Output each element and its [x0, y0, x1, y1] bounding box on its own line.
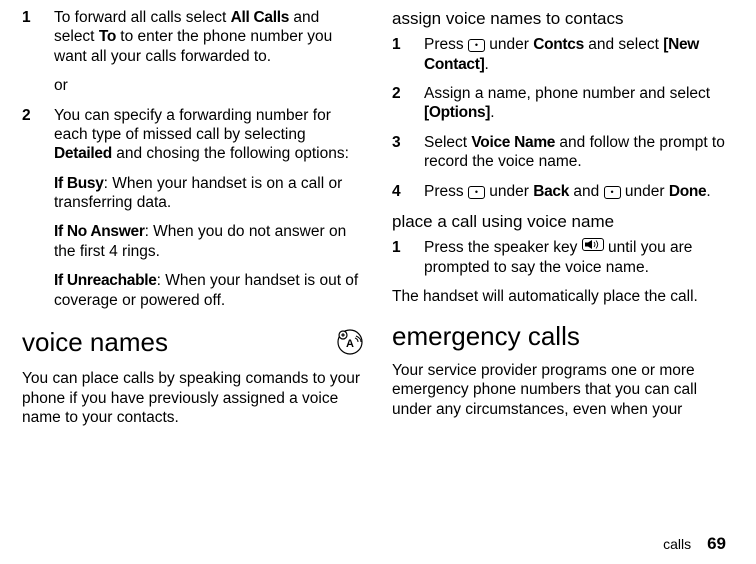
if-no-answer: If No Answer: When you do not answer on … [54, 222, 364, 261]
left-column: 1 To forward all calls select All Calls … [22, 8, 364, 437]
step-body: You can specify a forwarding number for … [54, 106, 364, 164]
heading-place-call: place a call using voice name [392, 211, 734, 232]
svg-text:A: A [346, 338, 354, 350]
step-number: 2 [22, 106, 54, 164]
assign-step-3: 3 Select Voice Name and follow the promp… [392, 133, 734, 172]
assign-step-1: 1 Press • under Contcs and select [New C… [392, 35, 734, 74]
bold-term: Done [669, 183, 707, 200]
page-footer: calls 69 [663, 533, 726, 554]
bold-term: Contcs [533, 36, 584, 53]
heading-emergency-calls: emergency calls [392, 320, 734, 353]
step-body: Assign a name, phone number and select [… [424, 84, 734, 123]
step-2: 2 You can specify a forwarding number fo… [22, 106, 364, 164]
if-busy: If Busy: When your handset is on a call … [54, 174, 364, 213]
text: Press [424, 36, 468, 53]
text: Assign a name, phone number and select [424, 85, 710, 102]
place-step-1: 1 Press the speaker key until you are pr… [392, 238, 734, 277]
text: under [485, 36, 533, 53]
text: . [706, 183, 710, 200]
emergency-paragraph: Your service provider programs one or mo… [392, 361, 734, 419]
step-body: Press • under Back and • under Done. [424, 182, 734, 201]
text: under [485, 183, 533, 200]
bold-term: All Calls [231, 9, 289, 26]
step-number: 3 [392, 133, 424, 172]
step-body: Select Voice Name and follow the prompt … [424, 133, 734, 172]
page-number: 69 [707, 534, 726, 553]
voice-names-paragraph: You can place calls by speaking comands … [22, 369, 364, 427]
step-body: To forward all calls select All Calls an… [54, 8, 364, 66]
text: and select [584, 36, 663, 53]
step-number: 1 [392, 35, 424, 74]
bold-term: Back [533, 183, 569, 200]
step-number: 2 [392, 84, 424, 123]
text: You can specify a forwarding number for … [54, 107, 331, 143]
bold-term: [Options] [424, 104, 490, 121]
bold-term: If Busy [54, 175, 104, 192]
softkey-icon: • [468, 39, 485, 52]
bold-term: If Unreachable [54, 272, 157, 289]
step-body: Press the speaker key until you are prom… [424, 238, 734, 277]
text: and [569, 183, 603, 200]
text: . [484, 56, 488, 73]
heading-voice-names: voice names [22, 326, 168, 359]
speaker-key-icon [582, 238, 604, 251]
auto-place-paragraph: The handset will automatically place the… [392, 287, 734, 306]
step-number: 4 [392, 182, 424, 201]
text: Select [424, 134, 471, 151]
softkey-icon: • [604, 186, 621, 199]
text: and chosing the following options: [112, 145, 349, 162]
text: under [621, 183, 669, 200]
bold-term: Voice Name [471, 134, 555, 151]
step-1: 1 To forward all calls select All Calls … [22, 8, 364, 66]
if-unreachable: If Unreachable: When your handset is out… [54, 271, 364, 310]
softkey-icon: • [468, 186, 485, 199]
bold-term: If No Answer [54, 223, 145, 240]
assign-step-2: 2 Assign a name, phone number and select… [392, 84, 734, 123]
text: . [490, 104, 494, 121]
bold-term: Detailed [54, 145, 112, 162]
heading-assign-voice-names: assign voice names to contacs [392, 8, 734, 29]
text: Press the speaker key [424, 239, 582, 256]
footer-section: calls [663, 536, 691, 552]
voice-names-heading-row: voice names A [22, 324, 364, 361]
text: To forward all calls select [54, 9, 231, 26]
step-body: Press • under Contcs and select [New Con… [424, 35, 734, 74]
voice-activation-icon: A [336, 328, 364, 361]
or-text: or [54, 76, 364, 95]
step-number: 1 [22, 8, 54, 66]
text: Press [424, 183, 468, 200]
step-number: 1 [392, 238, 424, 277]
right-column: assign voice names to contacs 1 Press • … [392, 8, 734, 437]
assign-step-4: 4 Press • under Back and • under Done. [392, 182, 734, 201]
bold-term: To [99, 28, 116, 45]
